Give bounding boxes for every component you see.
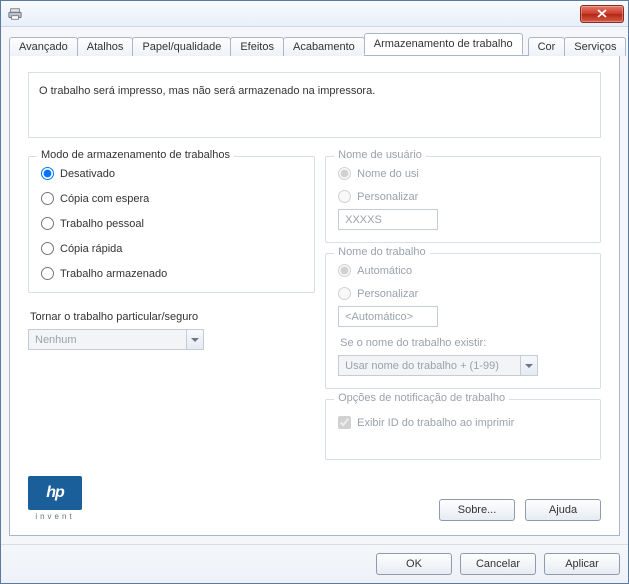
hp-logo: hp	[28, 476, 82, 510]
notify-legend: Opções de notificação de trabalho	[334, 392, 509, 404]
storage-mode-options: Desativado Cópia com espera Trabalho pes…	[41, 167, 302, 280]
jobname-label-0: Automático	[357, 265, 412, 277]
storage-mode-radio-desativado[interactable]	[41, 167, 54, 180]
secure-combo: Nenhum	[28, 329, 204, 350]
storage-mode-legend: Modo de armazenamento de trabalhos	[37, 149, 234, 161]
panel-bottom-row: hp invent Sobre... Ajuda	[28, 476, 601, 521]
username-label-0: Nome do usi	[357, 168, 419, 180]
chevron-down-icon	[186, 330, 203, 349]
storage-mode-radio-copia-espera[interactable]	[41, 192, 54, 205]
username-options: Nome do usi Personalizar	[338, 167, 588, 203]
tab-acabamento[interactable]: Acabamento	[283, 37, 365, 56]
hp-logo-caption: invent	[35, 512, 74, 521]
jobname-radio-custom	[338, 287, 351, 300]
storage-mode-radio-trabalho-armazenado[interactable]	[41, 267, 54, 280]
storage-mode-label-4: Trabalho armazenado	[60, 268, 167, 280]
tab-papel-qualidade[interactable]: Papel/qualidade	[132, 37, 231, 56]
help-button[interactable]: Ajuda	[525, 499, 601, 521]
tab-strip: Avançado Atalhos Papel/qualidade Efeitos…	[9, 33, 620, 55]
jobname-input-value: <Automático>	[345, 311, 413, 323]
username-label-1: Personalizar	[357, 191, 418, 203]
storage-mode-label-0: Desativado	[60, 168, 115, 180]
apply-button[interactable]: Aplicar	[544, 553, 620, 575]
username-input: XXXXS	[338, 209, 438, 230]
notify-checkbox-label: Exibir ID do trabalho ao imprimir	[357, 417, 514, 429]
notify-checkbox	[338, 416, 351, 429]
tab-panel: O trabalho será impresso, mas não será a…	[9, 55, 620, 536]
storage-mode-label-2: Trabalho pessoal	[60, 218, 144, 230]
jobname-exists-value: Usar nome do trabalho + (1-99)	[345, 360, 499, 372]
panel-button-row: Sobre... Ajuda	[439, 499, 601, 521]
storage-mode-label-1: Cópia com espera	[60, 193, 149, 205]
tab-servicos[interactable]: Serviços	[564, 37, 626, 56]
printer-icon	[7, 6, 23, 22]
jobname-exists-label: Se o nome do trabalho existir:	[340, 337, 588, 349]
tab-atalhos[interactable]: Atalhos	[77, 37, 134, 56]
notify-group: Opções de notificação de trabalho Exibir…	[325, 399, 601, 460]
print-properties-dialog: Avançado Atalhos Papel/qualidade Efeitos…	[0, 0, 629, 584]
about-button[interactable]: Sobre...	[439, 499, 515, 521]
jobname-label-1: Personalizar	[357, 288, 418, 300]
username-radio-auto	[338, 167, 351, 180]
dialog-button-row: OK Cancelar Aplicar	[1, 544, 628, 583]
tab-avancado[interactable]: Avançado	[9, 37, 78, 56]
columns: Modo de armazenamento de trabalhos Desat…	[28, 156, 601, 470]
jobname-radio-auto	[338, 264, 351, 277]
hp-logo-wrap: hp invent	[28, 476, 82, 521]
close-button[interactable]	[580, 5, 624, 23]
cancel-button[interactable]: Cancelar	[460, 553, 536, 575]
storage-mode-label-3: Cópia rápida	[60, 243, 122, 255]
ok-button[interactable]: OK	[376, 553, 452, 575]
jobname-legend: Nome do trabalho	[334, 246, 429, 258]
description-box: O trabalho será impresso, mas não será a…	[28, 72, 601, 138]
username-group: Nome de usuário Nome do usi Personalizar	[325, 156, 601, 243]
storage-mode-radio-trabalho-pessoal[interactable]	[41, 217, 54, 230]
tab-armazenamento[interactable]: Armazenamento de trabalho	[364, 33, 523, 55]
description-text: O trabalho será impresso, mas não será a…	[39, 85, 375, 97]
username-input-value: XXXXS	[345, 214, 382, 226]
storage-mode-radio-copia-rapida[interactable]	[41, 242, 54, 255]
titlebar	[1, 1, 628, 27]
jobname-exists-combo: Usar nome do trabalho + (1-99)	[338, 355, 538, 376]
left-column: Modo de armazenamento de trabalhos Desat…	[28, 156, 315, 470]
username-legend: Nome de usuário	[334, 149, 426, 161]
client-area: Avançado Atalhos Papel/qualidade Efeitos…	[1, 27, 628, 544]
jobname-input: <Automático>	[338, 306, 438, 327]
secure-label: Tornar o trabalho particular/seguro	[30, 311, 315, 323]
right-column: Nome de usuário Nome do usi Personalizar	[325, 156, 601, 470]
tab-efeitos[interactable]: Efeitos	[230, 37, 284, 56]
username-radio-custom	[338, 190, 351, 203]
tab-cor[interactable]: Cor	[528, 37, 566, 56]
secure-combo-value: Nenhum	[35, 334, 77, 346]
chevron-down-icon	[520, 356, 537, 375]
close-icon	[597, 9, 607, 18]
jobname-options: Automático Personalizar	[338, 264, 588, 300]
jobname-group: Nome do trabalho Automático Personalizar	[325, 253, 601, 389]
storage-mode-group: Modo de armazenamento de trabalhos Desat…	[28, 156, 315, 293]
hp-logo-text: hp	[46, 484, 64, 502]
